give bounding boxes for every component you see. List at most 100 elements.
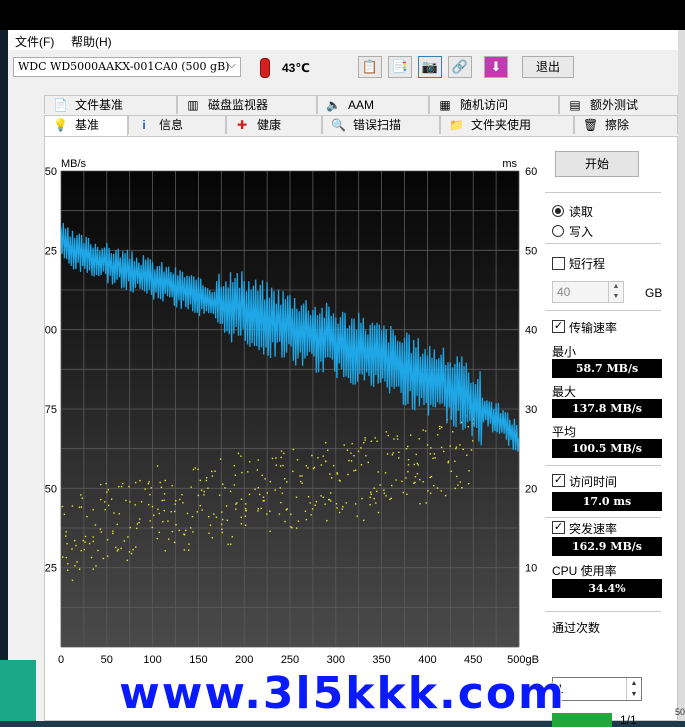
- tab-disk-monitor[interactable]: ▥ 磁盘监视器: [177, 95, 317, 114]
- left-axis-tick: 25: [45, 563, 57, 575]
- tab-info[interactable]: i 信息: [128, 115, 226, 134]
- access-time-point: [325, 460, 327, 463]
- access-time-point: [407, 470, 409, 473]
- tab-error-scan[interactable]: 🔍 错误扫描: [322, 115, 440, 134]
- access-time-point: [194, 467, 197, 469]
- access-time-point: [417, 464, 419, 466]
- access-time-point: [444, 494, 447, 497]
- access-time-point: [332, 464, 335, 467]
- access-time-point: [383, 492, 385, 495]
- access-time-point: [164, 479, 166, 482]
- access-time-point: [258, 493, 261, 496]
- access-time-point: [211, 470, 213, 473]
- access-time-point: [271, 457, 274, 460]
- access-time-point: [201, 509, 203, 511]
- tab-erase[interactable]: 🗑 擦除: [574, 115, 678, 134]
- access-time-point: [387, 434, 390, 437]
- menu-help[interactable]: 帮助(H): [71, 33, 112, 50]
- short-stroke-input[interactable]: 40 ▲ ▼: [552, 281, 624, 303]
- access-time-point: [117, 548, 119, 551]
- access-time-point: [346, 449, 349, 451]
- access-time-point: [432, 457, 434, 459]
- access-time-point: [279, 487, 282, 489]
- access-time-point: [134, 481, 137, 484]
- access-time-point: [164, 550, 167, 552]
- access-time-point: [105, 482, 107, 485]
- copy-image-button[interactable]: 📑: [388, 56, 412, 78]
- access-time-point: [426, 444, 429, 446]
- access-time-point: [247, 471, 249, 473]
- access-time-point: [313, 466, 316, 469]
- short-stroke-label: 短行程: [569, 257, 606, 271]
- tab-file-benchmark[interactable]: 📄 文件基准: [44, 95, 177, 114]
- max-value: 137.8 MB/s: [552, 399, 662, 418]
- access-time-point: [439, 427, 441, 430]
- access-time-point: [100, 483, 102, 486]
- start-button[interactable]: 开始: [555, 151, 639, 177]
- access-time-point: [454, 460, 456, 462]
- access-time-point: [424, 430, 427, 432]
- access-time-point: [149, 493, 151, 496]
- screenshot-button[interactable]: 📷: [418, 56, 442, 78]
- access-time-point: [190, 486, 192, 488]
- access-time-point: [292, 470, 294, 473]
- save-button[interactable]: 🔗: [448, 56, 472, 78]
- tab-benchmark[interactable]: 💡 基准: [44, 115, 128, 136]
- access-time-point: [134, 504, 136, 506]
- write-label: 写入: [569, 225, 594, 239]
- tab-folder-usage[interactable]: 📁 文件夹使用: [440, 115, 574, 134]
- spin-arrows-icon[interactable]: ▲ ▼: [608, 282, 623, 302]
- access-time-point: [90, 556, 93, 559]
- transfer-rate-checkbox[interactable]: ✓: [552, 320, 565, 333]
- access-time-point: [116, 523, 118, 525]
- access-time-point: [468, 470, 470, 472]
- tab-health[interactable]: ✚ 健康: [226, 115, 322, 134]
- access-time-point: [390, 497, 392, 500]
- access-time-point: [320, 464, 323, 466]
- copy-text-button[interactable]: 📋: [358, 56, 382, 78]
- burst-rate-checkbox[interactable]: ✓: [552, 521, 565, 534]
- access-time-point: [245, 509, 247, 512]
- access-time-point: [396, 435, 398, 437]
- read-radio[interactable]: [552, 205, 564, 217]
- passes-label: 通过次数: [552, 621, 601, 635]
- access-time-point: [163, 499, 165, 502]
- access-time-point: [231, 535, 233, 538]
- tab-aam[interactable]: 🔈 AAM: [317, 95, 429, 114]
- access-time-point: [391, 454, 394, 456]
- access-time-point: [149, 520, 151, 522]
- access-time-point: [281, 492, 284, 494]
- access-time-point: [129, 526, 131, 529]
- x-axis-tick: 150: [189, 654, 207, 666]
- access-time-point: [440, 490, 443, 492]
- tab-random-access[interactable]: ▦ 随机访问: [429, 95, 559, 114]
- toolbar: WDC WD5000AAKX-001CA0 (500 gB) ⌵ 43℃ 📋 📑…: [8, 52, 678, 86]
- access-time-point: [472, 440, 474, 442]
- access-time-point: [324, 503, 326, 505]
- access-time-point: [330, 500, 332, 502]
- tab-extra-tests[interactable]: ▤ 额外测试: [559, 95, 678, 114]
- access-time-point: [208, 515, 210, 518]
- access-time-point: [385, 495, 387, 497]
- access-time-point: [462, 448, 464, 451]
- download-button[interactable]: ⬇: [484, 56, 508, 78]
- desktop-left-strip: [0, 30, 8, 721]
- access-time-point: [144, 488, 146, 490]
- access-time-point: [244, 515, 247, 517]
- access-time-point: [74, 539, 76, 542]
- short-stroke-checkbox[interactable]: [552, 257, 565, 270]
- drive-select[interactable]: WDC WD5000AAKX-001CA0 (500 gB) ⌵: [13, 57, 241, 77]
- menu-file[interactable]: 文件(F): [15, 33, 54, 50]
- write-radio[interactable]: [552, 225, 564, 237]
- access-time-checkbox[interactable]: ✓: [552, 474, 565, 487]
- access-time-point: [257, 487, 259, 489]
- access-time-point: [240, 498, 243, 500]
- access-time-point: [183, 549, 186, 551]
- access-time-point: [211, 537, 214, 539]
- exit-button[interactable]: 退出: [522, 56, 574, 78]
- access-time-point: [392, 452, 394, 454]
- access-time-point: [233, 484, 236, 486]
- access-time-point: [130, 552, 133, 555]
- access-time-point: [135, 527, 138, 530]
- access-time-point: [136, 523, 139, 525]
